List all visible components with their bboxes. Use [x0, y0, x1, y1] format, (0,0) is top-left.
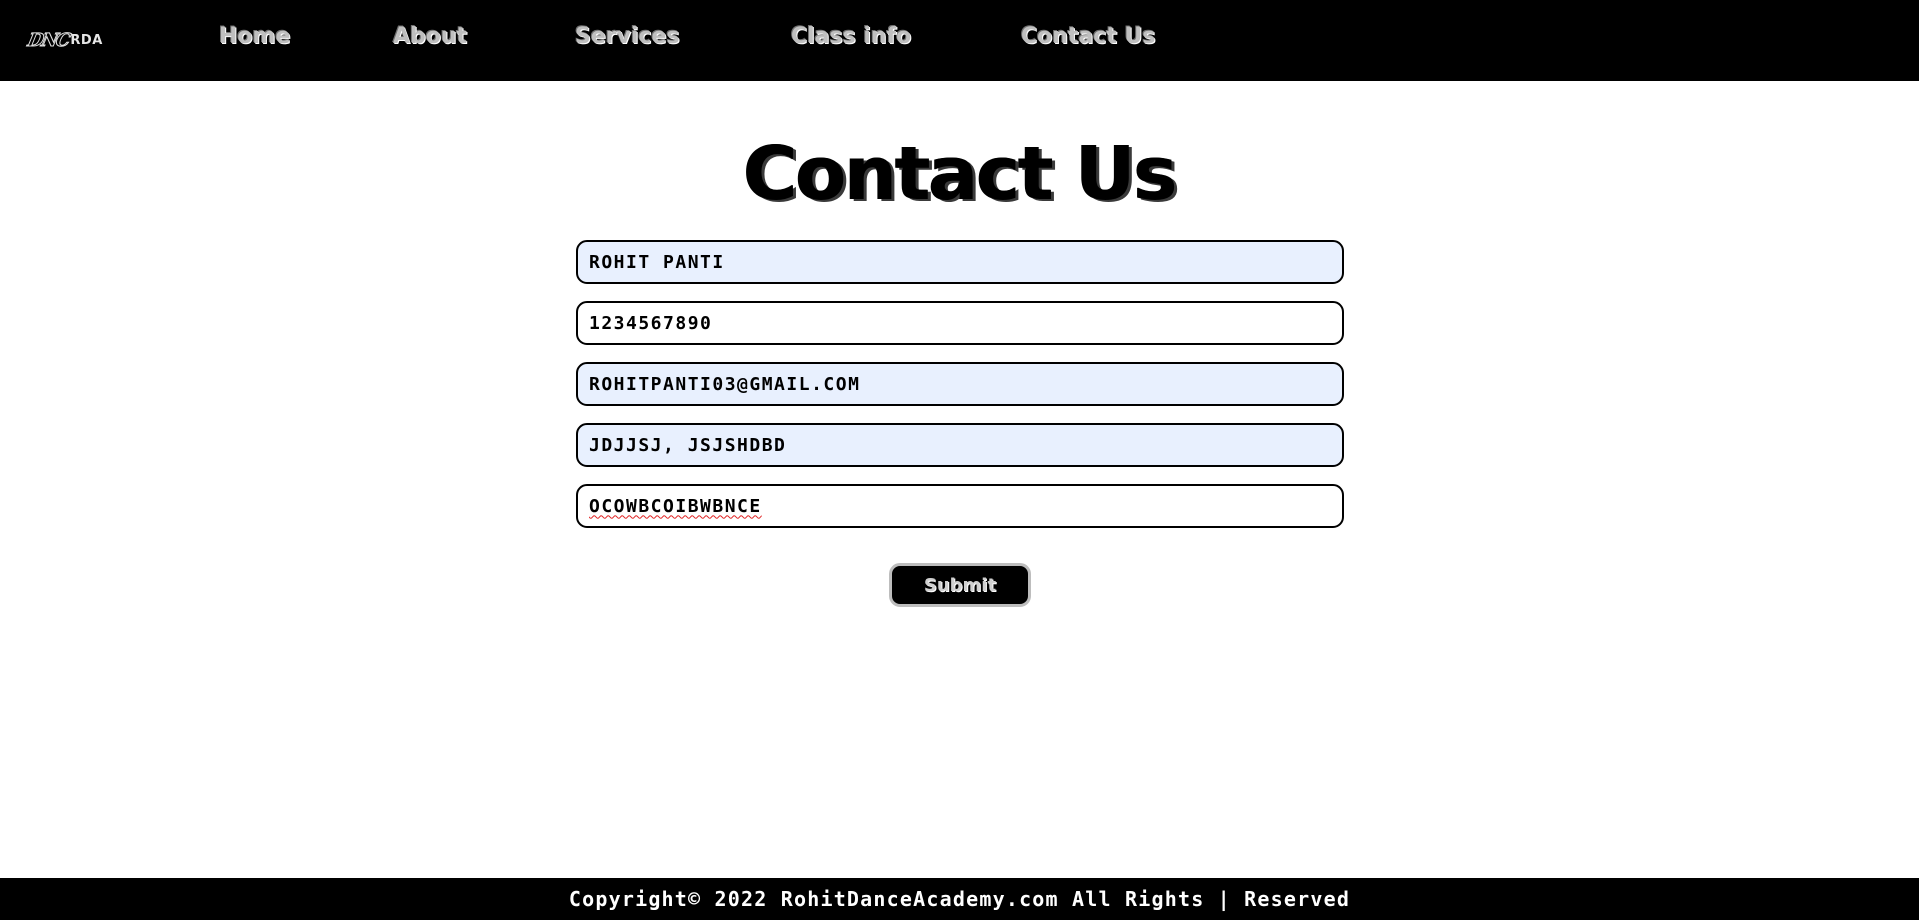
- email-field[interactable]: ROHITPANTI03@GMAIL.COM: [576, 362, 1344, 406]
- copyright-text: Copyright© 2022 RohitDanceAcademy.com Al…: [568, 887, 1351, 911]
- name-field-value: ROHIT PANTI: [589, 251, 725, 273]
- footer: Copyright© 2022 RohitDanceAcademy.com Al…: [0, 878, 1919, 920]
- email-field-value: ROHITPANTI03@GMAIL.COM: [589, 373, 861, 395]
- address-field[interactable]: JDJJSJ, JSJSHDBD: [576, 423, 1344, 467]
- message-field[interactable]: OCOWBCOIBWBNCE: [576, 484, 1344, 528]
- nav-about-link[interactable]: About: [393, 24, 467, 49]
- logo-mark: DNC: [25, 29, 71, 51]
- nav-contact-us-link[interactable]: Contact Us: [1021, 24, 1155, 49]
- message-field-value: OCOWBCOIBWBNCE: [589, 495, 762, 517]
- address-field-value: JDJJSJ, JSJSHDBD: [589, 434, 787, 456]
- site-logo[interactable]: DNC RDA: [25, 28, 103, 52]
- logo-text: RDA: [70, 32, 103, 48]
- phone-field-value: 1234567890: [589, 312, 713, 334]
- navbar: DNC RDA Home About Services Class info C…: [0, 0, 1919, 81]
- nav-services-link[interactable]: Services: [575, 24, 680, 49]
- name-field[interactable]: ROHIT PANTI: [576, 240, 1344, 284]
- submit-button[interactable]: Submit: [889, 563, 1031, 607]
- nav-home-link[interactable]: Home: [219, 24, 290, 49]
- phone-field[interactable]: 1234567890: [576, 301, 1344, 345]
- page-title: Contact Us: [743, 131, 1177, 217]
- nav-class-info-link[interactable]: Class info: [791, 24, 911, 49]
